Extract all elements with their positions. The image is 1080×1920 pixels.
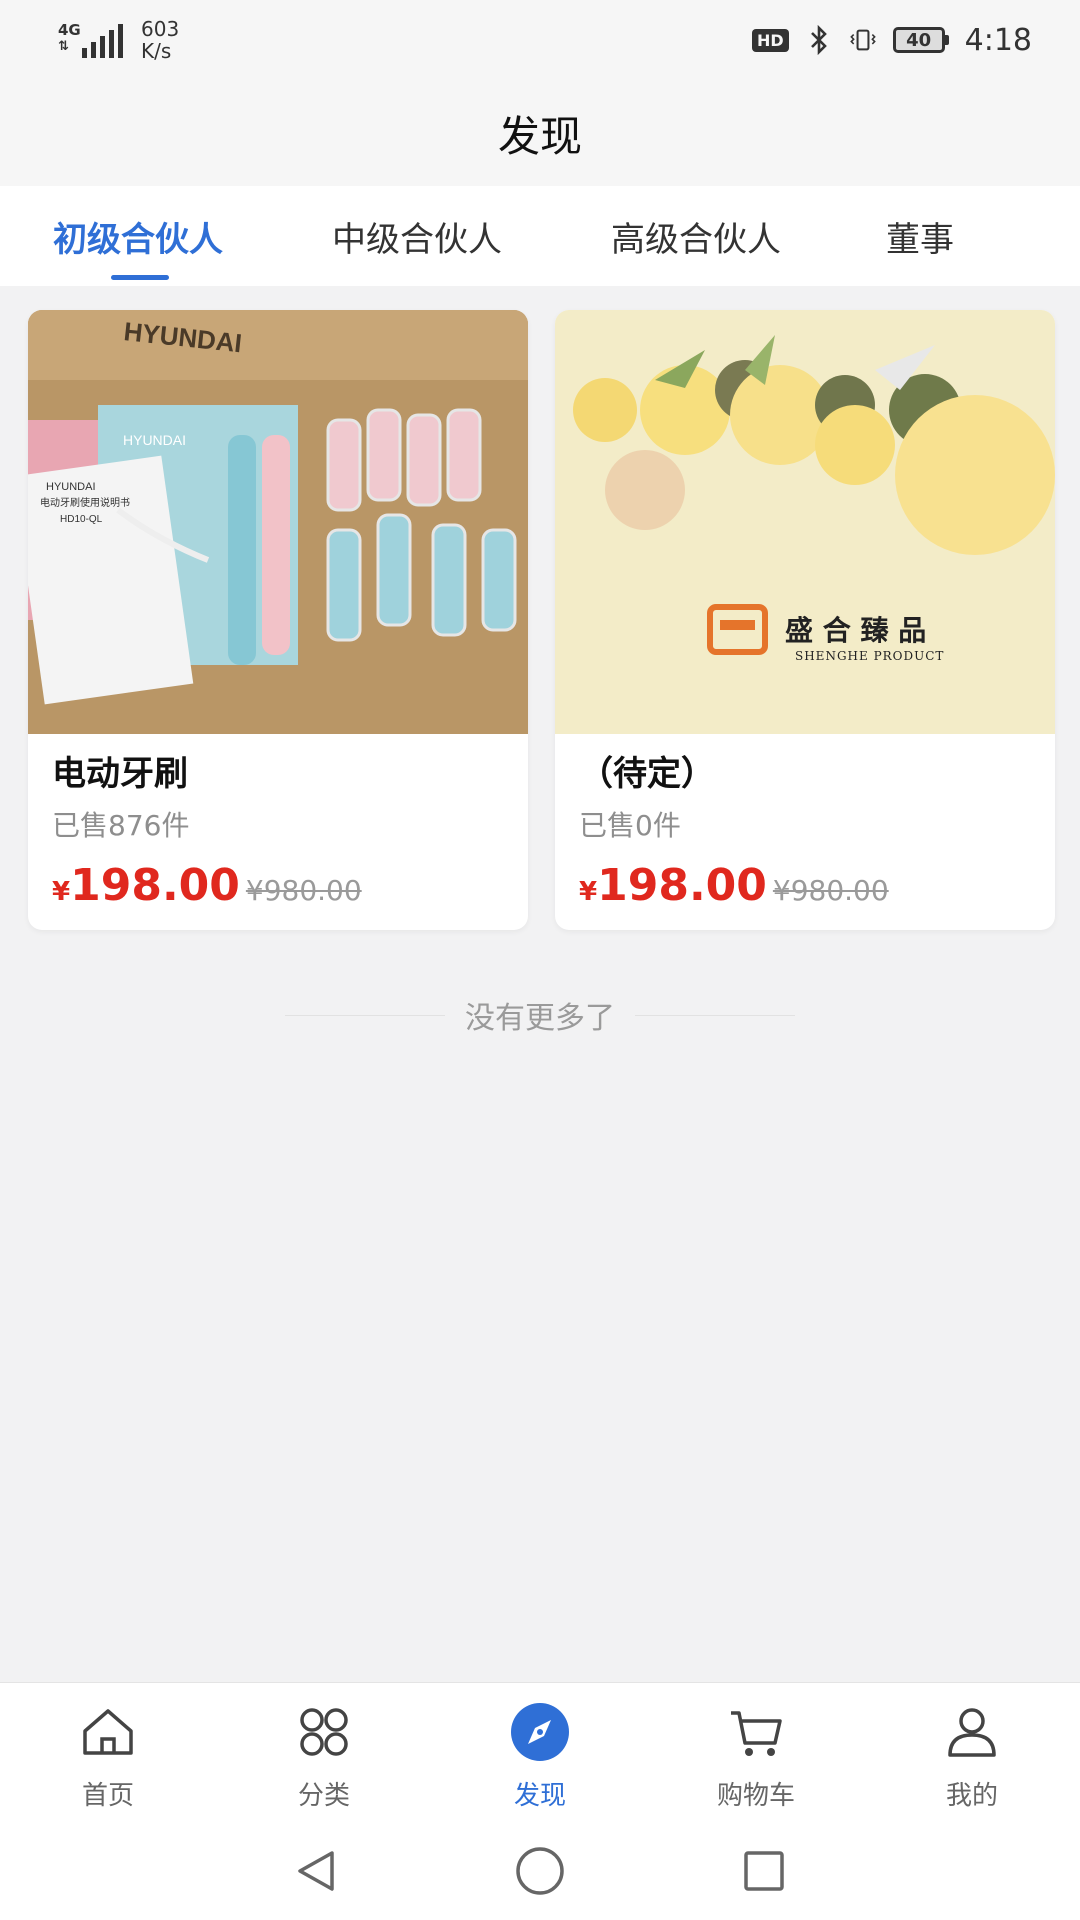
currency-symbol: ¥ <box>579 877 598 907</box>
page-title: 发现 <box>497 111 582 161</box>
discover-icon <box>509 1701 571 1763</box>
nav-label: 我的 <box>945 1781 998 1811</box>
nav-profile[interactable]: 我的 <box>864 1683 1080 1823</box>
status-bar: 4G ⇅ 603 K/s HD 40 4:18 <box>0 0 1080 80</box>
data-arrows-icon: ⇅ <box>58 39 69 54</box>
tab-label: 高级合伙人 <box>611 219 781 260</box>
battery-icon: 40 <box>892 27 949 53</box>
product-info: （待定） 已售0件 ¥ 198.00 ¥980.00 <box>555 734 1055 911</box>
nav-cart[interactable]: 购物车 <box>648 1683 864 1823</box>
product-name: （待定） <box>579 754 715 794</box>
tab-junior-partner[interactable]: 初级合伙人 <box>28 186 248 286</box>
tab-mid-partner[interactable]: 中级合伙人 <box>307 186 527 286</box>
brand-logo-subtext: SHENGHE PRODUCT <box>795 649 944 663</box>
sold-count: 已售0件 <box>579 809 681 842</box>
status-right: HD 40 4:18 <box>751 22 1032 58</box>
divider-line <box>285 1014 445 1016</box>
product-card-pending[interactable]: 盛 合 臻 品 SHENGHE PRODUCT （待定） 已售0件 ¥ 198.… <box>555 310 1055 930</box>
profile-icon <box>941 1701 1003 1763</box>
hd-badge: HD <box>751 28 789 52</box>
nav-discover[interactable]: 发现 <box>432 1683 648 1823</box>
price-row: ¥ 198.00 ¥980.00 <box>52 860 504 911</box>
cell-signal-icon: 4G ⇅ <box>58 22 123 58</box>
sale-price: 198.00 <box>70 860 240 911</box>
manual-model-text: HD10-QL <box>60 514 103 525</box>
nav-category[interactable]: 分类 <box>216 1683 432 1823</box>
nav-label: 发现 <box>513 1781 566 1811</box>
category-icon <box>293 1701 355 1763</box>
nav-label: 分类 <box>297 1781 350 1811</box>
system-navigation-bar <box>0 1822 1080 1920</box>
bottom-tab-bar: 首页 分类 发现 购物车 我的 <box>0 1682 1080 1822</box>
network-speed: 603 K/s <box>141 18 179 62</box>
manual-title-text: 电动牙刷使用说明书 <box>40 496 130 509</box>
bluetooth-icon <box>805 25 833 55</box>
product-image-pending: 盛 合 臻 品 SHENGHE PRODUCT <box>555 310 1055 734</box>
original-price: ¥980.00 <box>772 874 889 907</box>
price-row: ¥ 198.00 ¥980.00 <box>579 860 1031 911</box>
recents-square-icon[interactable] <box>737 1844 791 1898</box>
tab-label: 董事 <box>886 219 954 260</box>
status-left: 4G ⇅ 603 K/s <box>58 18 179 62</box>
package-brand-text: HYUNDAI <box>123 432 186 448</box>
sale-price: 198.00 <box>597 860 767 911</box>
nav-label: 购物车 <box>716 1781 795 1811</box>
product-image-toothbrush: HYUNDAI HYUNDAI HYUNDAI 电动牙刷使用说明书 HD10-Q… <box>28 310 528 734</box>
divider-line <box>635 1014 795 1016</box>
currency-symbol: ¥ <box>52 877 71 907</box>
tab-label: 中级合伙人 <box>332 219 502 260</box>
home-circle-icon[interactable] <box>513 1844 567 1898</box>
brand-logo-text: 盛 合 臻 品 <box>785 614 926 647</box>
tab-director[interactable]: 董事 <box>860 186 980 286</box>
clock: 4:18 <box>964 22 1032 58</box>
tab-senior-partner[interactable]: 高级合伙人 <box>586 186 806 286</box>
product-card-toothbrush[interactable]: HYUNDAI HYUNDAI HYUNDAI 电动牙刷使用说明书 HD10-Q… <box>28 310 528 930</box>
product-info: 电动牙刷 已售876件 ¥ 198.00 ¥980.00 <box>28 734 528 911</box>
nav-home[interactable]: 首页 <box>0 1683 216 1823</box>
partner-level-tabs: 初级合伙人 中级合伙人 高级合伙人 董事 <box>0 186 1080 286</box>
header: 发现 <box>0 80 1080 186</box>
net-speed-unit: K/s <box>141 39 172 63</box>
vibrate-icon <box>849 25 877 55</box>
net-speed-value: 603 <box>141 17 180 41</box>
list-end-text: 没有更多了 <box>465 1001 615 1036</box>
cart-icon <box>725 1701 787 1763</box>
list-end-divider: 没有更多了 <box>0 990 1080 1040</box>
original-price: ¥980.00 <box>245 874 362 907</box>
sold-count: 已售876件 <box>52 809 190 842</box>
tab-label: 初级合伙人 <box>53 219 223 260</box>
nav-label: 首页 <box>81 1781 134 1811</box>
network-type: 4G <box>58 21 81 39</box>
home-icon <box>77 1701 139 1763</box>
active-tab-indicator <box>111 275 169 280</box>
manual-brand-text: HYUNDAI <box>46 481 96 493</box>
product-name: 电动牙刷 <box>52 754 188 794</box>
back-icon[interactable] <box>289 1844 343 1898</box>
battery-level: 40 <box>892 27 945 53</box>
